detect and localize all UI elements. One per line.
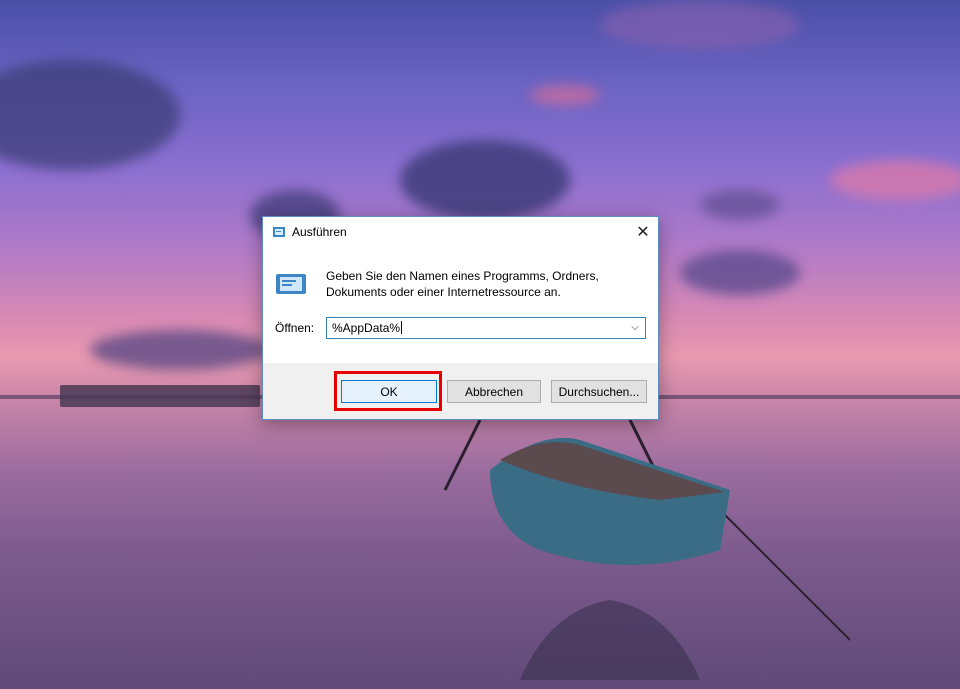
open-input-text: %AppData% <box>332 321 401 335</box>
description-line: Geben Sie den Namen eines Programms, Ord… <box>326 269 599 283</box>
cloud-shape <box>700 190 780 220</box>
cloud-shape <box>530 85 600 105</box>
cloud-shape <box>90 330 270 370</box>
cloud-shape <box>830 160 960 200</box>
ok-button[interactable]: OK <box>341 380 437 403</box>
cloud-shape <box>0 60 180 170</box>
dialog-description: Geben Sie den Namen eines Programms, Ord… <box>326 268 646 300</box>
run-icon <box>273 227 285 237</box>
text-caret <box>401 321 403 334</box>
cloud-shape <box>600 0 800 50</box>
run-icon <box>276 274 306 294</box>
dialog-content: Geben Sie den Namen eines Programms, Ord… <box>263 247 658 363</box>
description-line: Dokuments oder einer Internetressource a… <box>326 285 561 299</box>
cancel-button[interactable]: Abbrechen <box>447 380 541 403</box>
browse-button[interactable]: Durchsuchen... <box>551 380 647 403</box>
chevron-down-icon[interactable]: ⌵ <box>628 320 642 336</box>
boat-illustration <box>443 419 850 680</box>
dialog-title: Ausführen <box>292 225 347 239</box>
cloud-shape <box>680 250 800 295</box>
title-bar[interactable]: Ausführen ✕ <box>263 217 658 247</box>
open-input-value[interactable]: %AppData% <box>332 321 403 335</box>
open-combobox[interactable]: %AppData% ⌵ <box>326 317 646 339</box>
pier-silhouette <box>60 385 260 407</box>
run-dialog: Ausführen ✕ Geben Sie den Namen eines Pr… <box>262 216 659 420</box>
close-button[interactable]: ✕ <box>628 217 658 247</box>
open-label: Öffnen: <box>275 321 315 335</box>
cloud-shape <box>400 140 570 220</box>
close-icon: ✕ <box>636 224 650 241</box>
